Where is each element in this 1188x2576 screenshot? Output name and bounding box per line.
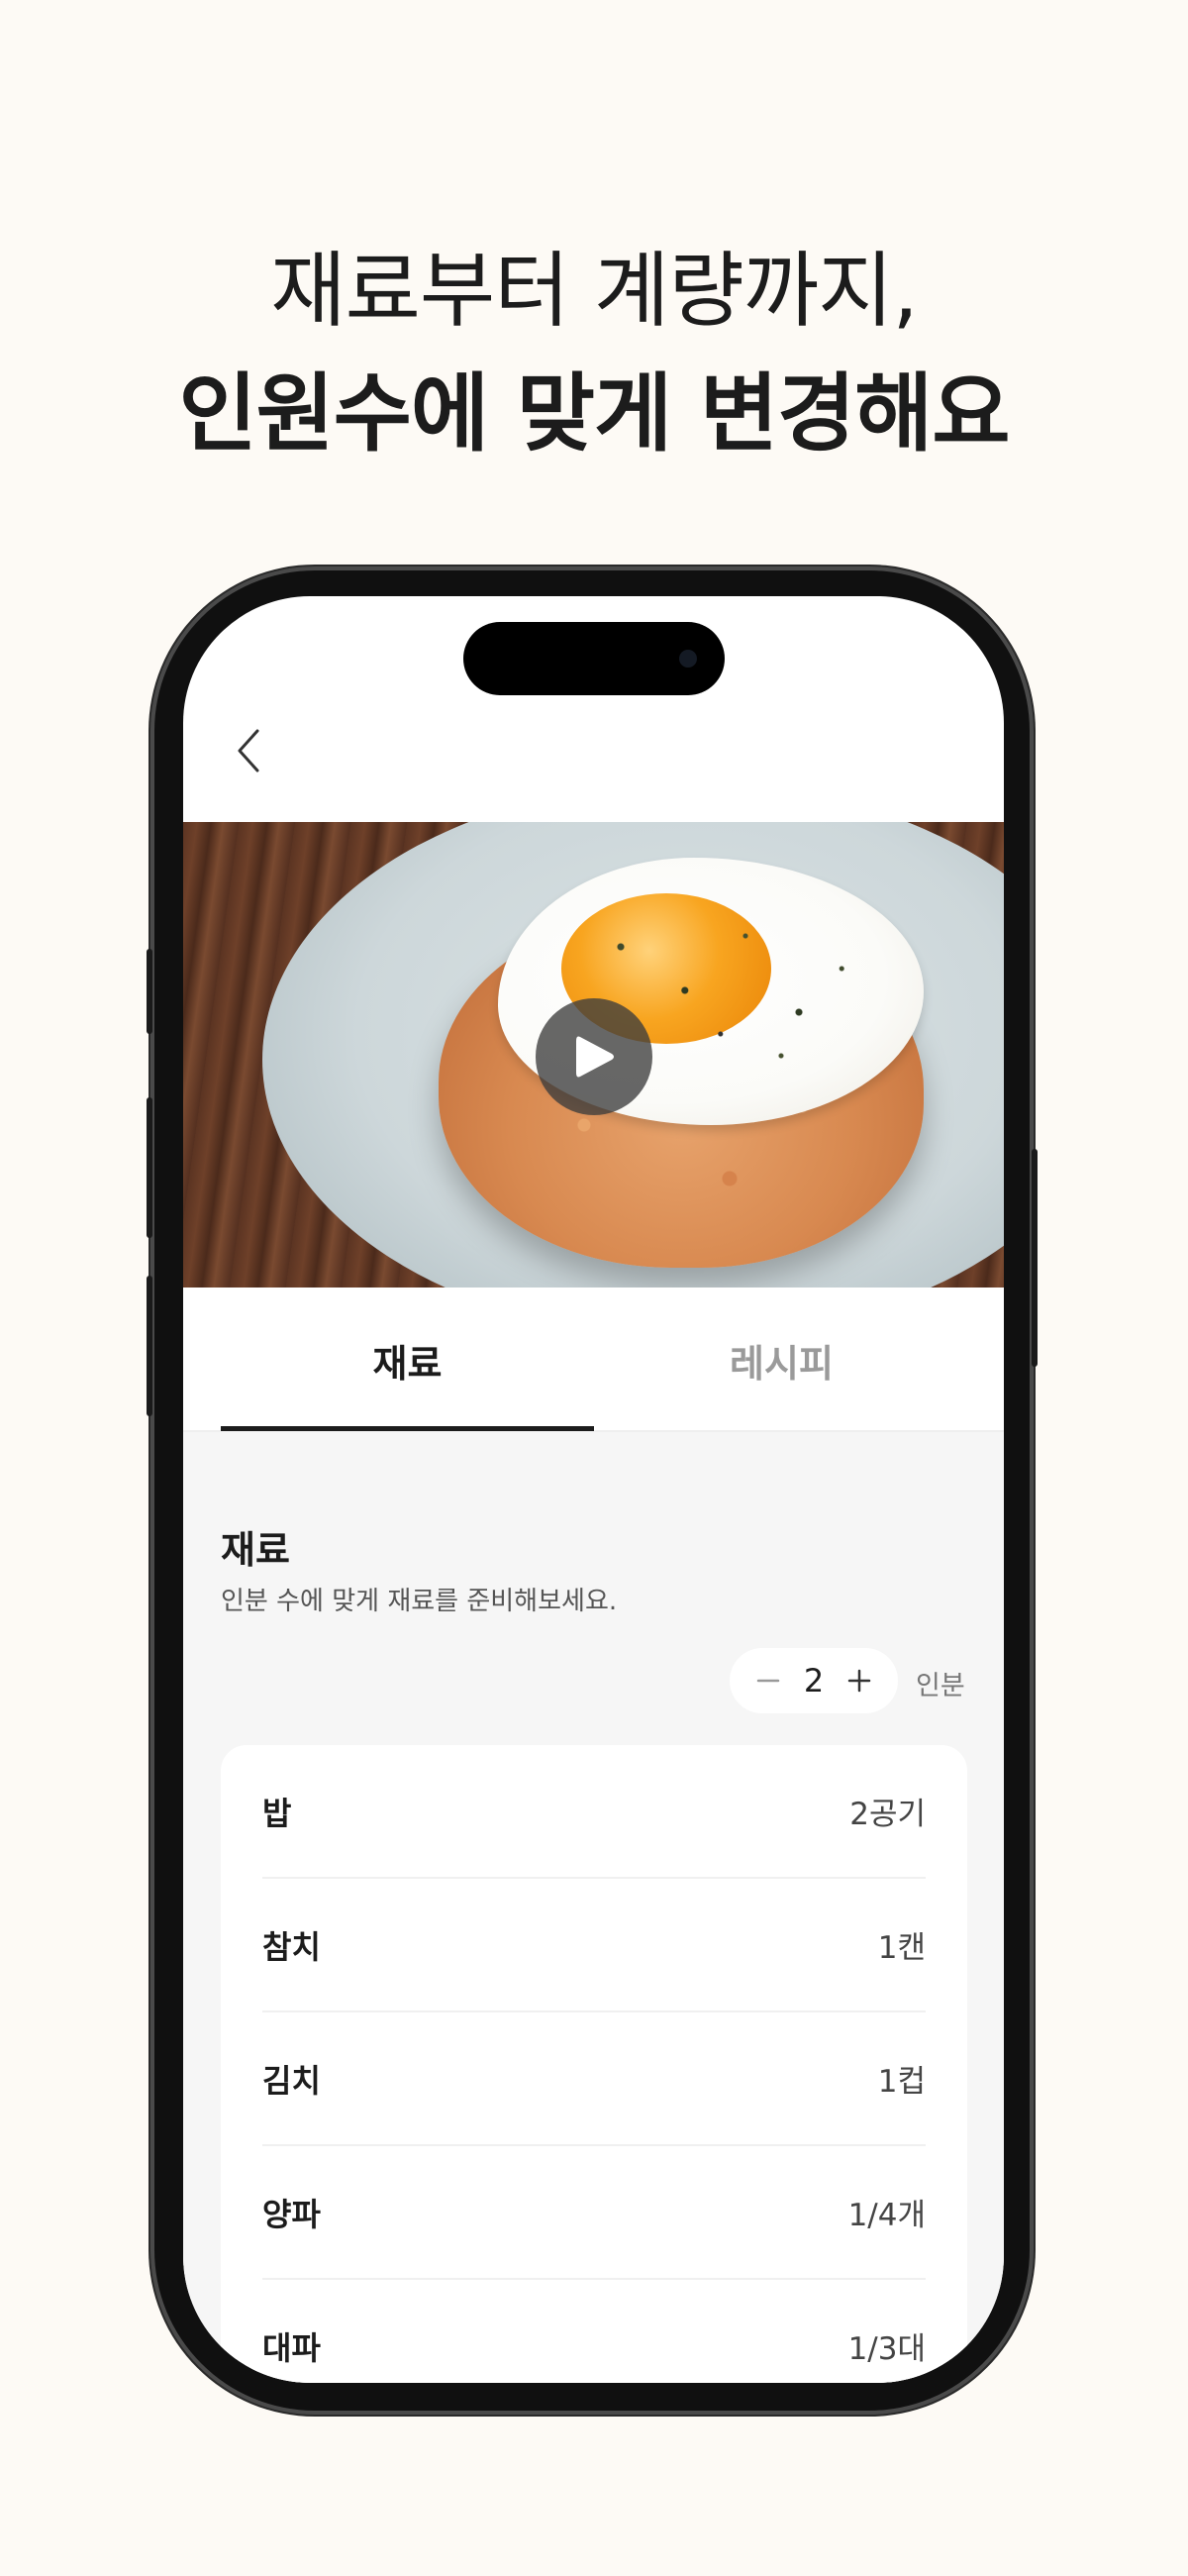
tab-bar: 재료 레시피 <box>183 1288 1004 1432</box>
decrease-serving-button[interactable] <box>751 1664 785 1698</box>
ingredient-amount: 2공기 <box>849 1797 926 1832</box>
ingredient-name: 참치 <box>262 1927 321 1966</box>
phone-volume-up-button <box>147 1097 152 1238</box>
promo-headline: 재료부터 계량까지, 인원수에 맞게 변경해요 <box>0 230 1188 475</box>
phone-power-button <box>1032 1149 1038 1367</box>
front-camera <box>679 650 697 668</box>
active-tab-indicator <box>221 1426 594 1431</box>
back-button[interactable] <box>227 721 270 780</box>
dynamic-island <box>463 622 725 695</box>
ingredient-amount: 1캔 <box>877 1930 926 1966</box>
ingredient-row: 양파 1/4개 <box>262 2146 926 2280</box>
ingredient-name: 김치 <box>262 2061 321 2100</box>
headline-line-1: 재료부터 계량까지, <box>270 243 919 339</box>
ingredient-name: 대파 <box>262 2328 321 2367</box>
ingredients-panel: 재료 인분 수에 맞게 재료를 준비해보세요. 2 인분 밥 2공기 참치 1캔… <box>183 1432 1004 2383</box>
ingredient-name: 밥 <box>262 1794 292 1832</box>
ingredient-row: 김치 1컵 <box>262 2012 926 2146</box>
serving-stepper: 2 <box>730 1648 898 1713</box>
phone-volume-down-button <box>147 1276 152 1416</box>
play-icon <box>576 1036 614 1078</box>
headline-line-2: 인원수에 맞게 변경해요 <box>178 364 1010 464</box>
ingredient-list: 밥 2공기 참치 1캔 김치 1컵 양파 1/4개 대파 1/3대 <box>221 1745 967 2383</box>
tab-recipe[interactable]: 레시피 <box>595 1288 968 1432</box>
serving-count: 2 <box>803 1662 825 1700</box>
increase-serving-button[interactable] <box>842 1664 876 1698</box>
ingredient-row: 밥 2공기 <box>262 1745 926 1879</box>
phone-action-button <box>147 949 152 1034</box>
ingredient-amount: 1컵 <box>877 2064 926 2100</box>
ingredient-name: 양파 <box>262 2195 321 2233</box>
recipe-video-thumbnail[interactable] <box>183 822 1004 1288</box>
ingredient-row: 참치 1캔 <box>262 1879 926 2012</box>
tab-ingredients[interactable]: 재료 <box>221 1288 594 1432</box>
ingredient-amount: 1/3대 <box>847 2331 926 2367</box>
serving-unit-label: 인분 <box>916 1671 965 1701</box>
minus-icon <box>756 1679 780 1683</box>
section-title: 재료 <box>221 1528 290 1572</box>
play-button[interactable] <box>536 998 652 1115</box>
ingredient-row: 대파 1/3대 <box>262 2280 926 2383</box>
plus-icon <box>847 1669 871 1693</box>
ingredient-amount: 1/4개 <box>847 2198 926 2233</box>
chevron-left-icon <box>238 729 259 773</box>
section-description: 인분 수에 맞게 재료를 준비해보세요. <box>221 1587 618 1616</box>
phone-screen: 재료 레시피 재료 인분 수에 맞게 재료를 준비해보세요. 2 인분 밥 2공… <box>183 596 1004 2383</box>
